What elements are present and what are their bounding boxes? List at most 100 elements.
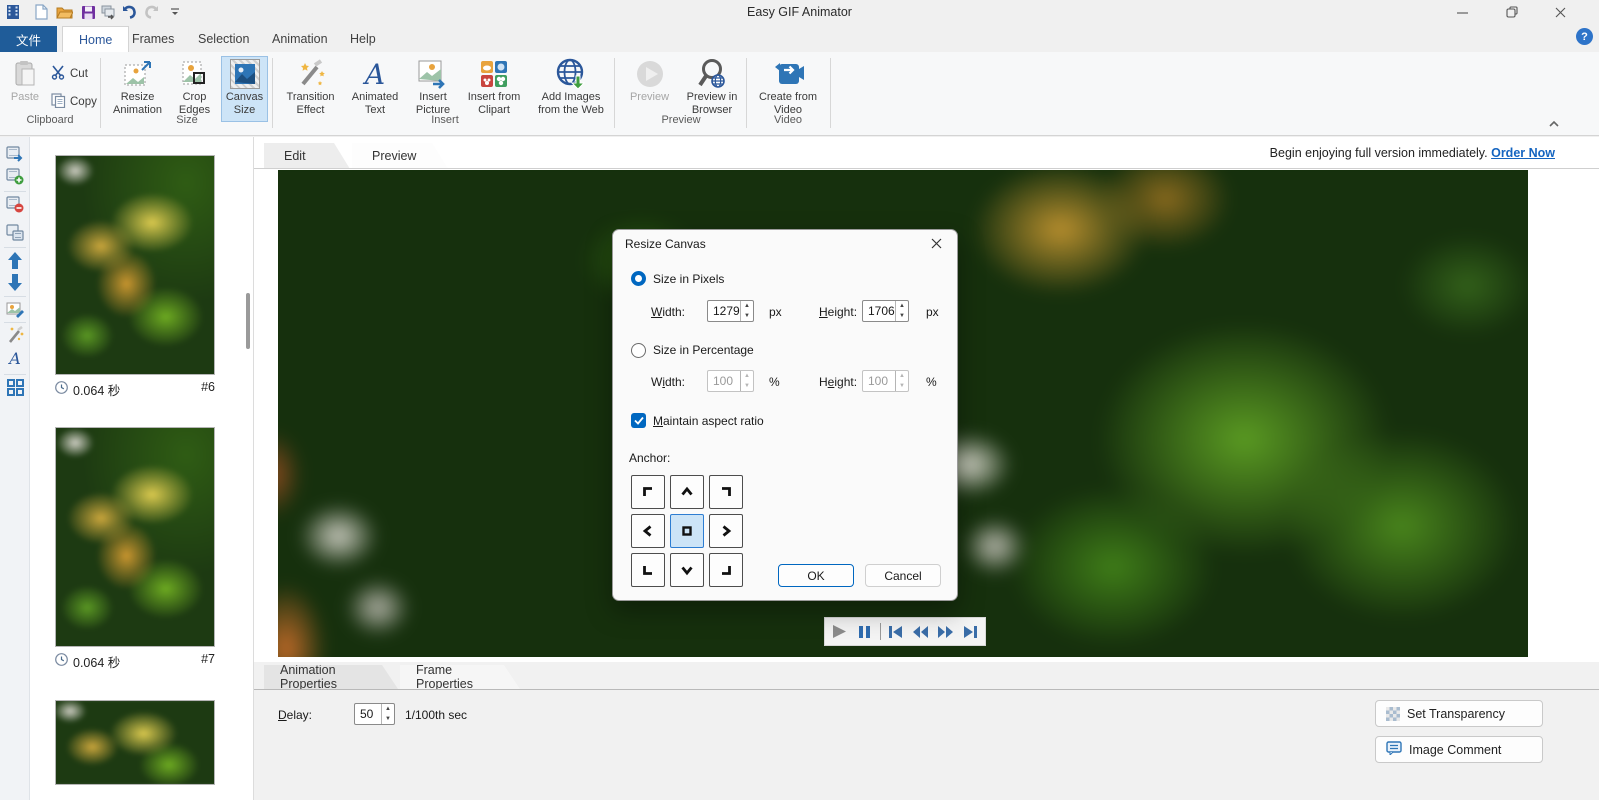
ribbon: Paste Cut Copy Clipboard Resize Animatio… [0, 52, 1599, 136]
frame-thumbnail-8[interactable] [55, 700, 215, 785]
spin-down-icon[interactable]: ▼ [382, 714, 394, 724]
group-separator [746, 58, 747, 128]
spinner-arrows[interactable]: ▲▼ [740, 301, 753, 321]
spinner-arrows[interactable]: ▲▼ [381, 704, 394, 724]
restore-button[interactable] [1497, 0, 1527, 24]
px-width-input[interactable] [708, 301, 740, 321]
tab-help[interactable]: Help [334, 26, 392, 52]
scrollbar-thumb[interactable] [246, 293, 250, 349]
move-up-icon[interactable] [6, 251, 24, 269]
tab-preview[interactable]: Preview [352, 143, 448, 169]
magic-wand-icon[interactable] [6, 326, 24, 344]
anchor-top-left-button[interactable] [631, 475, 665, 509]
dialog-title: Resize Canvas [625, 237, 706, 251]
anchor-bottom-button[interactable] [670, 553, 704, 587]
spinner-arrows[interactable]: ▲▼ [895, 301, 908, 321]
size-in-percentage-radio[interactable] [631, 343, 646, 358]
spin-down-icon[interactable]: ▼ [896, 311, 908, 321]
tab-frames[interactable]: Frames [116, 26, 190, 52]
minimize-button[interactable] [1447, 0, 1477, 24]
order-now-link[interactable]: Order Now [1491, 146, 1555, 160]
delete-frame-icon[interactable] [6, 195, 24, 213]
pct-width-spinner: ▲▼ [707, 370, 754, 392]
create-from-video-button[interactable]: Create from Video [752, 56, 824, 122]
tab-animation-properties[interactable]: Animation Properties [264, 665, 398, 689]
copy-button[interactable]: Copy [50, 92, 97, 111]
move-down-icon[interactable] [6, 273, 24, 291]
maintain-aspect-checkbox[interactable] [631, 413, 646, 428]
text-tool-icon[interactable]: A [6, 349, 24, 367]
tab-file[interactable]: 文件 [0, 26, 57, 52]
dialog-close-icon[interactable] [927, 234, 945, 252]
move-frame-icon[interactable] [6, 145, 24, 163]
anchor-right-button[interactable] [709, 514, 743, 548]
tab-selection[interactable]: Selection [182, 26, 265, 52]
resize-animation-button[interactable]: Resize Animation [106, 56, 169, 122]
copy-icon [50, 92, 66, 111]
insert-from-clipart-button[interactable]: Insert from Clipart [461, 56, 527, 122]
group-separator [272, 58, 273, 128]
anchor-bottom-right-button[interactable] [709, 553, 743, 587]
pause-button[interactable] [855, 622, 875, 642]
tool-separator [4, 374, 26, 375]
set-transparency-button[interactable]: Set Transparency [1375, 700, 1543, 727]
frames-scrollbar[interactable] [244, 143, 252, 793]
menu-tab-row: 文件 Home Frames Selection Animation Help [0, 26, 1599, 52]
grid-view-icon[interactable] [6, 378, 24, 396]
spin-up-icon[interactable]: ▲ [896, 301, 908, 311]
px-width-spinner[interactable]: ▲▼ [707, 300, 754, 322]
spin-up-icon[interactable]: ▲ [741, 301, 753, 311]
anchor-left-button[interactable] [631, 514, 665, 548]
close-button[interactable] [1545, 0, 1575, 24]
frame-thumbnail-7[interactable] [55, 427, 215, 647]
fast-forward-button[interactable] [936, 622, 956, 642]
group-separator [100, 58, 101, 128]
skip-to-start-button[interactable] [886, 622, 906, 642]
window-title: Easy GIF Animator [0, 5, 1599, 19]
collapse-ribbon-icon[interactable] [1549, 120, 1559, 131]
animated-text-button[interactable]: A Animated Text [345, 56, 405, 122]
preview-in-browser-button[interactable]: Preview in Browser [681, 56, 743, 122]
help-icon[interactable]: ? [1576, 28, 1593, 45]
edit-image-icon[interactable] [6, 300, 24, 318]
pct-width-unit: % [769, 375, 780, 389]
crop-edges-button[interactable]: Crop Edges [172, 56, 217, 122]
play-button [830, 622, 850, 642]
pct-width-label: Width: [651, 375, 685, 389]
cancel-button[interactable]: Cancel [865, 564, 941, 587]
transition-effect-button[interactable]: Transition Effect [279, 56, 342, 122]
frame-thumbnail-6[interactable] [55, 155, 215, 375]
skip-to-end-button[interactable] [961, 622, 981, 642]
duplicate-frame-icon[interactable] [6, 223, 24, 241]
spin-down-icon: ▼ [741, 381, 753, 391]
tab-edit[interactable]: Edit [264, 143, 350, 169]
clipboard-group-label: Clipboard [0, 114, 100, 126]
add-images-from-web-button[interactable]: Add Images from the Web [529, 56, 613, 122]
size-in-pixels-radio[interactable] [631, 271, 646, 286]
add-frame-icon[interactable] [6, 167, 24, 185]
playback-bar [824, 617, 986, 646]
image-comment-button[interactable]: Image Comment [1375, 736, 1543, 763]
anchor-top-button[interactable] [670, 475, 704, 509]
spin-up-icon[interactable]: ▲ [382, 704, 394, 714]
tab-frame-properties[interactable]: Frame Properties [400, 665, 520, 689]
size-in-pixels-label: Size in Pixels [653, 272, 724, 286]
spin-down-icon[interactable]: ▼ [741, 311, 753, 321]
delay-input[interactable] [355, 704, 381, 724]
delay-label: Delay: [278, 708, 312, 722]
anchor-bottom-left-button[interactable] [631, 553, 665, 587]
anchor-top-right-button[interactable] [709, 475, 743, 509]
canvas-size-button[interactable]: Canvas Size [221, 56, 268, 122]
px-height-spinner[interactable]: ▲▼ [862, 300, 909, 322]
rewind-button[interactable] [911, 622, 931, 642]
tab-animation[interactable]: Animation [256, 26, 344, 52]
cut-button[interactable]: Cut [50, 64, 88, 83]
anchor-center-button[interactable] [670, 514, 704, 548]
preview-button: Preview [621, 56, 678, 122]
px-height-input[interactable] [863, 301, 895, 321]
ok-button[interactable]: OK [778, 564, 854, 587]
delay-spinner[interactable]: ▲▼ [354, 703, 395, 725]
pct-width-input [708, 371, 740, 391]
insert-picture-button[interactable]: Insert Picture [409, 56, 457, 122]
bottom-tab-divider [254, 689, 1599, 690]
